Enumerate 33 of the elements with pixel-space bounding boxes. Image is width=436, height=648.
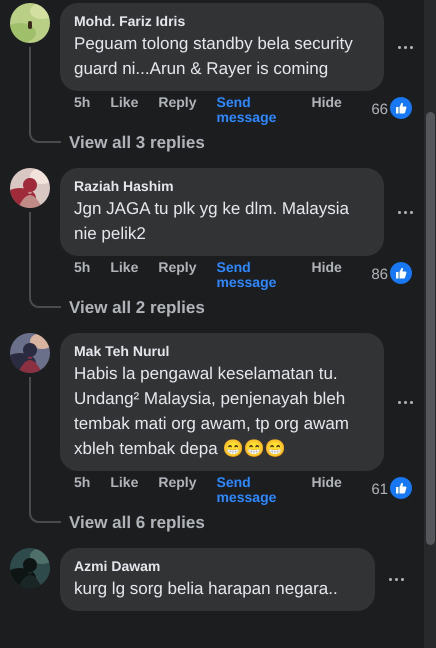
comment-text: Peguam tolong standby bela security guard ni...Arun & Rayer is coming — [74, 33, 354, 80]
reaction-count: 61 — [371, 481, 388, 498]
timestamp: 5h — [74, 260, 90, 275]
action-button[interactable]: Reply — [158, 475, 196, 490]
timestamp: 5h — [74, 475, 90, 490]
author-name[interactable]: Azmi Dawam — [74, 557, 347, 576]
action-link[interactable]: Send message — [216, 475, 276, 505]
view-replies-link[interactable]: View all 2 replies — [60, 297, 424, 319]
action-button[interactable]: Reply — [158, 95, 196, 110]
action-button[interactable]: Like — [110, 260, 138, 275]
action-button[interactable]: Hide — [311, 95, 342, 110]
reaction-count: 86 — [371, 266, 388, 283]
action-button[interactable]: Like — [110, 95, 138, 110]
view-replies-link[interactable]: View all 3 replies — [60, 132, 424, 154]
thumbs-up-icon — [390, 477, 412, 499]
action-link[interactable]: Send message — [216, 260, 276, 290]
author-name[interactable]: Mohd. Fariz Idris — [74, 12, 356, 31]
action-button[interactable]: Reply — [158, 260, 196, 275]
reaction-count: 66 — [371, 101, 388, 118]
action-button[interactable]: Hide — [311, 475, 342, 490]
view-replies-link[interactable]: View all 6 replies — [60, 512, 424, 534]
author-name[interactable]: Raziah Hashim — [74, 177, 356, 196]
comment-text: kurg lg sorg belia harapan negara.. — [74, 578, 339, 600]
scrollbar[interactable] — [424, 0, 436, 648]
thumbs-up-icon — [390, 97, 412, 119]
action-button[interactable]: Like — [110, 475, 138, 490]
thumbs-up-icon — [390, 262, 412, 284]
timestamp: 5h — [74, 95, 90, 110]
comment-text: Habis la pengawal keselamatan tu. Undang² Malaysia, penjenayah bleh tembak mati org awam, tp org awam xbleh tembak depa 😁😁😁 — [74, 363, 350, 460]
comment-text: Jgn JAGA tu plk yg ke dlm. Malaysia nie pelik2 — [74, 198, 350, 245]
action-button[interactable]: Hide — [311, 260, 342, 275]
action-link[interactable]: Send message — [216, 95, 276, 125]
author-name[interactable]: Mak Teh Nurul — [74, 342, 356, 361]
